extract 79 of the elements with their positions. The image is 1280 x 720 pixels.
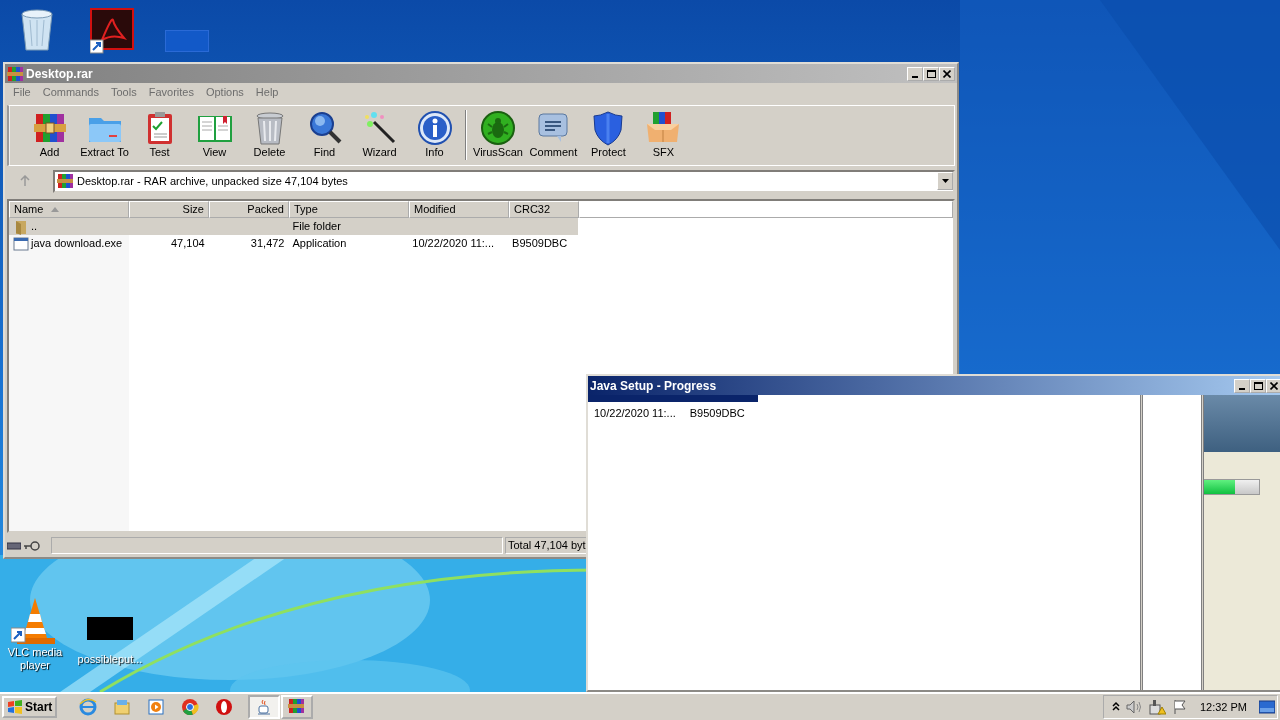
residue-text: B9509DBC xyxy=(689,406,745,421)
show-desktop-icon[interactable] xyxy=(1259,700,1275,714)
start-button[interactable]: Start xyxy=(2,696,58,718)
windows-logo-icon xyxy=(7,699,23,715)
taskbar-button[interactable] xyxy=(281,695,314,719)
window-title: Java Setup - Progress xyxy=(590,377,717,395)
file-row[interactable]: java download.exe 47,104 31,472 Application 10/22/2020 11:... B9509DBC xyxy=(9,235,578,252)
document-shortcut-icon xyxy=(90,8,134,54)
table-cell-text: .. xyxy=(31,219,38,235)
toolbar-button[interactable]: View xyxy=(187,110,242,159)
table-cell-text: B9509DBC xyxy=(512,236,568,252)
table-cell-text: Application xyxy=(292,236,347,252)
column-header[interactable]: Name xyxy=(9,201,129,218)
toolbar-button[interactable]: Delete xyxy=(242,110,297,159)
toolbar-button[interactable]: Find xyxy=(297,110,352,159)
close-icon xyxy=(943,69,951,78)
maximize-button[interactable] xyxy=(923,66,939,81)
archive-icon xyxy=(57,173,73,189)
file-thumbnail[interactable] xyxy=(87,617,133,640)
key-icon xyxy=(23,540,40,551)
menu-item[interactable]: Favorites xyxy=(142,84,200,101)
up-arrow-icon xyxy=(19,175,31,187)
minimize-icon xyxy=(912,75,918,78)
close-icon xyxy=(1270,381,1278,390)
maximize-icon xyxy=(926,69,936,78)
table-cell-text: 10/22/2020 11:... xyxy=(412,236,495,252)
speaker-icon[interactable] xyxy=(1126,699,1142,715)
chrome-icon[interactable] xyxy=(181,698,200,716)
archive-icon xyxy=(288,698,307,716)
menu-item[interactable]: Tools xyxy=(105,84,143,101)
menu-item[interactable]: Options xyxy=(199,84,250,101)
minimize-button[interactable] xyxy=(907,66,923,81)
taskbar-button[interactable] xyxy=(248,695,281,719)
status-text: Total 47,104 byt xyxy=(508,538,586,554)
toolbar-button[interactable]: Protect xyxy=(580,110,636,159)
table-cell-text: File folder xyxy=(292,219,341,235)
ring-logo-icon[interactable] xyxy=(215,698,234,716)
network-warning-icon[interactable] xyxy=(1148,699,1166,715)
column-header[interactable]: Modified xyxy=(409,201,509,218)
folder-icon xyxy=(13,218,29,235)
address-field[interactable]: Desktop.rar - RAR archive, unpacked size 47,104 bytes xyxy=(53,169,955,193)
toolbar-button[interactable]: Wizard xyxy=(352,110,407,159)
window-title: Desktop.rar xyxy=(26,65,93,83)
toolbar-button[interactable]: SFX xyxy=(635,110,691,159)
column-header[interactable]: Type xyxy=(289,201,409,218)
minimize-button[interactable] xyxy=(1234,378,1250,393)
close-button[interactable] xyxy=(1266,378,1280,393)
residue-text: 10/22/2020 11:... xyxy=(594,406,676,421)
caret-icon xyxy=(941,179,949,183)
selection-rect xyxy=(165,30,209,52)
drive-icon xyxy=(7,541,21,550)
table-cell-text: java download.exe xyxy=(31,236,123,252)
column-header[interactable]: CRC32 xyxy=(509,201,579,218)
info-icon xyxy=(416,110,453,146)
chevron-icon[interactable] xyxy=(1112,701,1120,713)
dropdown-button[interactable] xyxy=(937,172,953,190)
application-icon xyxy=(13,235,29,252)
toolbar-button[interactable]: Extract To xyxy=(77,110,132,159)
toolbar-button[interactable]: Comment xyxy=(525,110,581,159)
minimize-icon xyxy=(1239,387,1245,390)
table-cell-text: 31,472 xyxy=(250,236,285,252)
column-header[interactable]: Packed xyxy=(209,201,289,218)
maximize-button[interactable] xyxy=(1250,378,1266,393)
table-cell-text: 47,104 xyxy=(171,236,205,252)
menu-item[interactable]: Commands xyxy=(36,84,105,101)
file-row[interactable]: .. File folder xyxy=(9,218,578,235)
sort-arrow-icon xyxy=(51,207,60,212)
toolbar-button[interactable]: Test xyxy=(132,110,187,159)
toolbar-button[interactable]: Add xyxy=(22,110,77,159)
toolbar-button[interactable]: Info xyxy=(407,110,462,159)
maximize-icon xyxy=(1253,381,1263,390)
toolbar-button[interactable]: VirusScan xyxy=(470,110,526,159)
bug-icon xyxy=(479,110,516,146)
flag-icon[interactable] xyxy=(1172,699,1186,715)
close-button[interactable] xyxy=(939,66,955,81)
media-player-icon[interactable] xyxy=(147,698,166,716)
column-header[interactable]: Size xyxy=(129,201,209,218)
recycle-bin-icon xyxy=(18,8,56,52)
archive-icon xyxy=(7,65,23,82)
